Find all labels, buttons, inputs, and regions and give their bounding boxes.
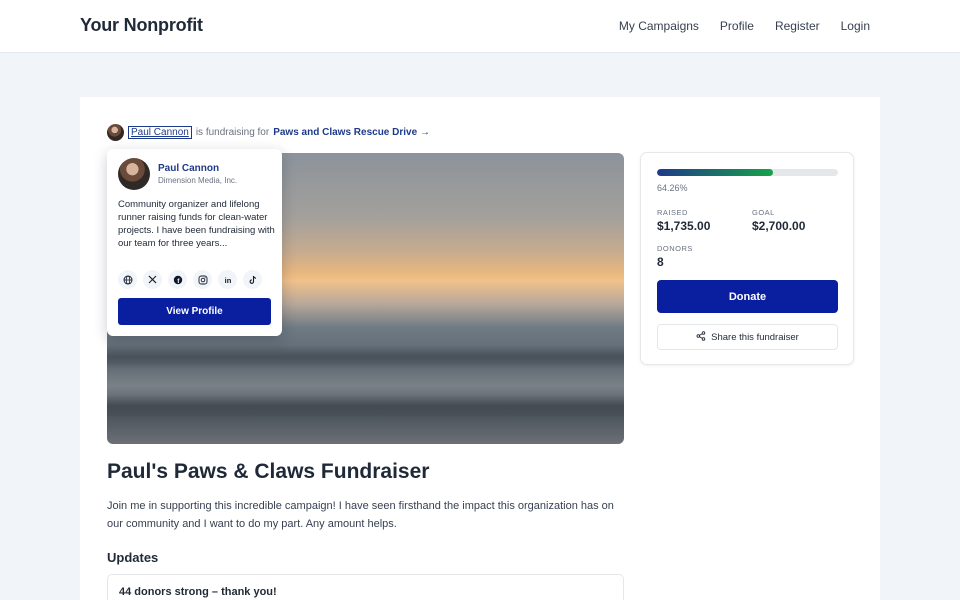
donors-label: DONORS <box>657 244 693 253</box>
nav-links: My Campaigns Profile Register Login <box>619 19 870 33</box>
facebook-icon[interactable]: f <box>168 270 187 289</box>
svg-text:in: in <box>224 276 231 285</box>
profile-bio: Community organizer and lifelong runner … <box>118 199 275 249</box>
globe-icon[interactable] <box>118 270 137 289</box>
raised-stat: RAISED $1,735.00 <box>657 208 710 233</box>
arrow-right-icon: → <box>419 127 430 138</box>
raised-label: RAISED <box>657 208 688 217</box>
instagram-icon[interactable] <box>193 270 212 289</box>
fundraiser-byline: Paul Cannon is fundraising for Paws and … <box>107 124 430 141</box>
goal-value: $2,700.00 <box>752 219 806 233</box>
raised-value: $1,735.00 <box>657 219 711 233</box>
profile-organization: Dimension Media, Inc. <box>158 176 238 185</box>
brand-logo-text[interactable]: Your Nonprofit <box>80 15 203 36</box>
donors-value: 8 <box>657 255 664 269</box>
share-icon <box>696 330 706 344</box>
donors-stat: DONORS 8 <box>657 244 693 269</box>
goal-stat: GOAL $2,700.00 <box>752 208 805 233</box>
campaign-description: Join me in supporting this incredible ca… <box>107 500 614 530</box>
donate-button[interactable]: Donate <box>657 280 838 313</box>
tiktok-icon[interactable] <box>243 270 262 289</box>
progress-percent: 64.26% <box>657 183 688 193</box>
profile-avatar <box>118 158 150 190</box>
update-item[interactable]: 44 donors strong – thank you! <box>107 574 624 600</box>
progress-bar-fill <box>657 169 774 176</box>
progress-bar <box>657 169 838 176</box>
x-icon[interactable] <box>143 270 162 289</box>
view-profile-button[interactable]: View Profile <box>118 298 271 325</box>
donation-sidebar: 64.26% RAISED $1,735.00 GOAL $2,700.00 D… <box>640 152 854 365</box>
owner-name-link[interactable]: Paul Cannon <box>128 126 192 139</box>
campaign-link[interactable]: Paws and Claws Rescue Drive → <box>273 127 430 138</box>
goal-label: GOAL <box>752 208 775 217</box>
nav-link-my-campaigns[interactable]: My Campaigns <box>619 19 699 33</box>
nav-link-login[interactable]: Login <box>841 19 870 33</box>
top-navbar: Your Nonprofit My Campaigns Profile Regi… <box>0 0 960 53</box>
nav-link-register[interactable]: Register <box>775 19 820 33</box>
nav-link-profile[interactable]: Profile <box>720 19 754 33</box>
owner-avatar[interactable] <box>107 124 124 141</box>
byline-text: is fundraising for <box>195 127 270 138</box>
profile-popover: Paul Cannon Dimension Media, Inc. Commun… <box>107 149 282 336</box>
share-button[interactable]: Share this fundraiser <box>657 324 838 350</box>
linkedin-icon[interactable]: in <box>218 270 237 289</box>
updates-heading: Updates <box>107 550 159 565</box>
campaign-link-label: Paws and Claws Rescue Drive <box>273 127 418 138</box>
update-title: 44 donors strong – thank you! <box>119 586 277 598</box>
share-button-label: Share this fundraiser <box>711 331 799 343</box>
profile-name[interactable]: Paul Cannon <box>158 163 219 174</box>
campaign-title: Paul's Paws & Claws Fundraiser <box>107 460 430 483</box>
social-links: f in <box>118 270 262 289</box>
